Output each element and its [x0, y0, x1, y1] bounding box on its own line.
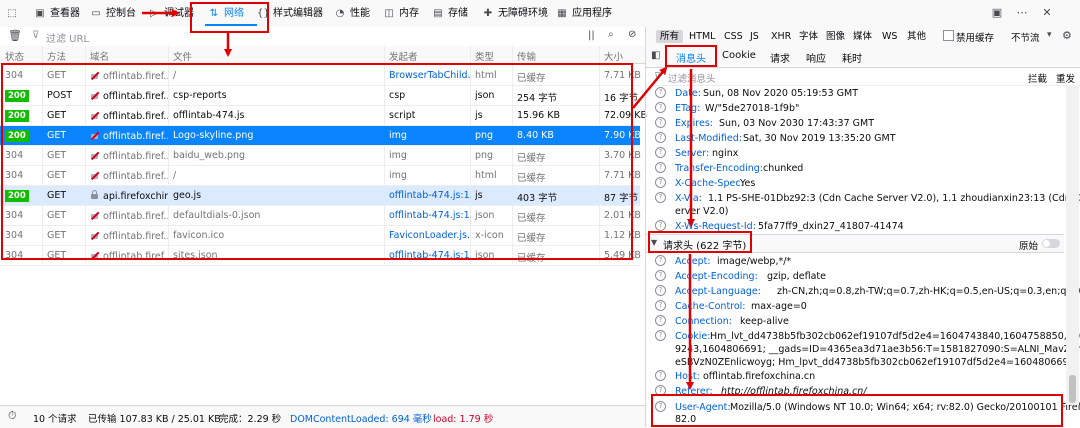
tab-response[interactable]: 响应	[806, 50, 826, 65]
accessibility-icon: ✚	[483, 8, 493, 19]
headers-scrollbar[interactable]	[1066, 85, 1079, 405]
close-icon[interactable]: ✕	[1040, 6, 1054, 20]
filter-other[interactable]: 其他	[903, 30, 930, 43]
pause-icon[interactable]: ||	[588, 30, 595, 41]
block-icon[interactable]: ⊘	[628, 29, 636, 40]
request-count: 10 个请求	[33, 414, 77, 425]
more-options-icon[interactable]: ⋯	[1015, 6, 1029, 20]
console-icon: ▭	[91, 8, 101, 19]
filter-media[interactable]: 媒体	[849, 30, 876, 43]
help-icon[interactable]: ?	[655, 370, 666, 381]
help-icon[interactable]: ?	[655, 300, 666, 311]
load-time: load: 1.79 秒	[433, 414, 494, 425]
throttle-select[interactable]: 不节流	[1011, 30, 1040, 44]
pick-element-icon: ⬚	[7, 8, 17, 19]
filter-fonts[interactable]: 字体	[795, 30, 822, 43]
performance-analysis-icon[interactable]: ⏱	[8, 409, 17, 423]
help-icon[interactable]: ?	[655, 132, 666, 143]
column-type[interactable]: 类型	[475, 49, 494, 63]
annotation-box-network-tab	[190, 2, 269, 33]
filter-css[interactable]: CSS	[720, 30, 747, 43]
help-icon[interactable]: ?	[655, 220, 666, 231]
application-icon: ▦	[557, 8, 567, 19]
filter-icon: ⊽	[654, 71, 661, 82]
filter-images[interactable]: 图像	[822, 30, 849, 43]
help-icon[interactable]: ?	[655, 192, 666, 203]
status-bar: ⏱ 10 个请求 已传输 107.83 KB / 25.01 KB 完成：2.2…	[0, 405, 645, 428]
type-filter-bar: 所有 HTML CSS JS XHR 字体 图像 媒体 WS 其他 禁用缓存 不…	[645, 27, 1080, 47]
tab-debugger[interactable]: ▷ 调试器	[148, 6, 194, 22]
filter-ws[interactable]: WS	[878, 30, 901, 43]
help-icon[interactable]: ?	[655, 255, 666, 266]
resend-button[interactable]: 重发	[1056, 71, 1075, 85]
panel-splitter[interactable]	[645, 27, 646, 427]
column-transfer[interactable]: 传输	[517, 49, 536, 63]
help-icon[interactable]: ?	[655, 270, 666, 281]
help-icon[interactable]: ?	[655, 102, 666, 113]
debugger-icon: ▷	[150, 8, 158, 19]
column-status[interactable]: 状态	[5, 49, 24, 63]
url-filter-input[interactable]: 过滤 URL	[46, 30, 89, 45]
help-icon[interactable]: ?	[655, 87, 666, 98]
raw-toggle-label: 原始	[1019, 241, 1039, 252]
annotation-box-request-headers	[648, 231, 752, 253]
disable-cache-label: 禁用缓存	[956, 33, 995, 44]
help-icon[interactable]: ?	[655, 177, 666, 188]
memory-icon: ◫	[384, 8, 394, 19]
storage-icon: ▤	[433, 8, 443, 19]
tab-console[interactable]: ▭ 控制台	[90, 6, 136, 22]
annotation-box-headers-tab	[665, 45, 717, 67]
request-table-header: 状态 方法 域名 文件 发起者 类型 传输 大小	[0, 46, 645, 64]
inspector-icon: ▣	[35, 8, 45, 19]
transferred-size: 已传输 107.83 KB / 25.01 KB	[88, 414, 221, 425]
performance-icon: ◔	[335, 8, 345, 19]
search-icon[interactable]: ⌕	[608, 29, 614, 40]
column-method[interactable]: 方法	[47, 49, 66, 63]
filter-js[interactable]: JS	[746, 30, 763, 43]
column-initiator[interactable]: 发起者	[389, 49, 418, 63]
clear-trash-icon[interactable]: 🗑	[8, 29, 22, 42]
finish-time: 完成：2.29 秒	[219, 414, 282, 425]
tab-performance[interactable]: ◔ 性能	[334, 6, 370, 22]
response-header-row: ? X-Via: 1.1 PS-SHE-01Dbz92:3 (Cdn Cache S…	[655, 192, 1080, 218]
headers-filter-input[interactable]: 过滤消息头	[668, 71, 716, 85]
tab-cookie[interactable]: Cookie	[722, 50, 756, 61]
tab-storage[interactable]: ▤ 存储	[432, 6, 468, 22]
scrollbar-thumb[interactable]	[1069, 375, 1076, 403]
help-icon[interactable]: ?	[655, 285, 666, 296]
devtools-toolbar: ⬚ ▣ 查看器 ▭ 控制台 ▷ 调试器 ⇅ 网络 {} 样式编辑器 ◔ 性能 ◫ 内存 ▤ 存储…	[0, 0, 1080, 28]
pick-element-button[interactable]: ⬚	[6, 6, 22, 22]
tab-timings[interactable]: 耗时	[842, 50, 862, 65]
annotation-box-request-list	[1, 63, 633, 260]
help-icon[interactable]: ?	[655, 315, 666, 326]
toggle-sidebar-icon[interactable]: ◧	[651, 50, 660, 61]
tab-accessibility[interactable]: ✚ 无障碍环境	[482, 6, 548, 22]
filter-all[interactable]: 所有	[656, 30, 684, 43]
help-icon[interactable]: ?	[655, 147, 666, 158]
dock-icon[interactable]: ▣	[990, 6, 1004, 20]
tab-memory[interactable]: ◫ 内存	[383, 6, 419, 22]
annotation-box-user-agent	[651, 394, 1063, 427]
raw-toggle-switch[interactable]	[1042, 239, 1060, 248]
help-icon[interactable]: ?	[655, 330, 666, 341]
filter-icon: ⊽	[32, 30, 40, 41]
settings-gear-icon[interactable]: ⚙	[1062, 29, 1072, 42]
filter-html[interactable]: HTML	[685, 30, 719, 43]
tab-application[interactable]: ▦ 应用程序	[556, 6, 612, 22]
tab-inspector[interactable]: ▣ 查看器	[34, 6, 80, 22]
tab-request[interactable]: 请求	[770, 50, 790, 65]
request-header-row: ? Cookie: Hm_lvt_dd4738b5fb302cb062ef19107…	[655, 330, 1080, 369]
block-button[interactable]: 拦截	[1028, 71, 1047, 85]
filter-xhr[interactable]: XHR	[767, 30, 795, 43]
disable-cache-checkbox[interactable]	[943, 30, 954, 41]
column-domain[interactable]: 域名	[90, 49, 109, 63]
help-icon[interactable]: ?	[655, 117, 666, 128]
url-filter-bar: 🗑 ⊽ 过滤 URL || ⌕ ⊘	[0, 27, 645, 47]
column-size[interactable]: 大小	[604, 49, 623, 63]
help-icon[interactable]: ?	[655, 162, 666, 173]
headers-filter-bar: ⊽ 过滤消息头 拦截 重发	[646, 68, 1080, 86]
throttle-chevron-icon[interactable]: ▾	[1047, 30, 1052, 40]
column-file[interactable]: 文件	[173, 49, 192, 63]
domcontentloaded-time: DOMContentLoaded: 694 毫秒	[290, 414, 432, 425]
